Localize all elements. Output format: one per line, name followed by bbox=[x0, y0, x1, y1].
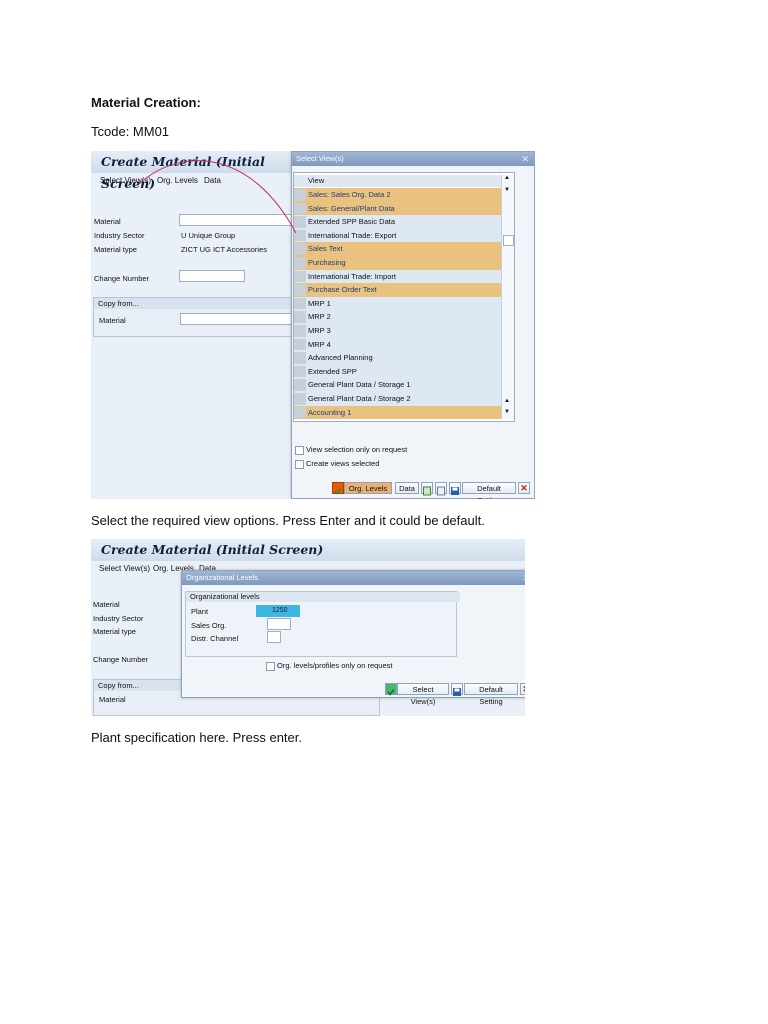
plant-field[interactable]: 1250 bbox=[256, 605, 300, 617]
default-setting-button-2[interactable]: Default Setting bbox=[464, 683, 518, 706]
material-type-label-2: Material type bbox=[93, 627, 136, 636]
org-levels-group-header: Organizational levels bbox=[186, 592, 460, 602]
org-dialog-title-bar: Organizational Levels ✕ bbox=[182, 571, 525, 585]
save-default-icon-2[interactable] bbox=[451, 683, 463, 696]
annotation-arrow bbox=[138, 160, 297, 234]
org-levels-request-checkbox[interactable] bbox=[266, 662, 275, 671]
select-views-button[interactable]: Select View(s) bbox=[397, 683, 449, 706]
industry-sector-label-2: Industry Sector bbox=[93, 614, 144, 623]
screenshot-select-views: Create Material (Initial Screen) Select … bbox=[91, 151, 535, 499]
instruction-text-2: Plant specification here. Press enter. bbox=[91, 730, 303, 745]
menu-select-views-2[interactable]: Select View(s) bbox=[99, 561, 150, 577]
screenshot-org-levels: Create Material (Initial Screen) Select … bbox=[91, 539, 525, 716]
tcode-text: Tcode: MM01 bbox=[91, 124, 170, 139]
distr-channel-label: Distr. Channel bbox=[191, 634, 239, 643]
screen-title-2: Create Material (Initial Screen) bbox=[91, 539, 525, 561]
change-number-label-2: Change Number bbox=[93, 655, 149, 664]
material-label-2: Material bbox=[93, 600, 120, 609]
cancel-icon-2[interactable]: ✕ bbox=[520, 683, 525, 695]
org-levels-request-label: Org. levels/profiles only on request bbox=[277, 661, 393, 670]
plant-value: 1250 bbox=[272, 607, 288, 614]
instruction-text-1: Select the required view options. Press … bbox=[91, 513, 485, 528]
plant-label: Plant bbox=[191, 607, 209, 616]
copy-material-label-2: Material bbox=[99, 695, 126, 704]
org-close-icon[interactable]: ✕ bbox=[522, 571, 525, 585]
sales-org-field[interactable] bbox=[267, 618, 291, 630]
confirm-check-icon-2[interactable] bbox=[385, 683, 397, 696]
distr-channel-field[interactable] bbox=[267, 631, 281, 643]
org-dialog-title: Organizational Levels bbox=[186, 573, 259, 582]
org-levels-dialog: Organizational Levels ✕ Organizational l… bbox=[181, 570, 525, 706]
org-levels-group: Organizational levels Plant 1250 Sales O… bbox=[185, 591, 460, 657]
document-heading: Material Creation: bbox=[91, 95, 201, 110]
sales-org-label: Sales Org. bbox=[191, 621, 227, 630]
